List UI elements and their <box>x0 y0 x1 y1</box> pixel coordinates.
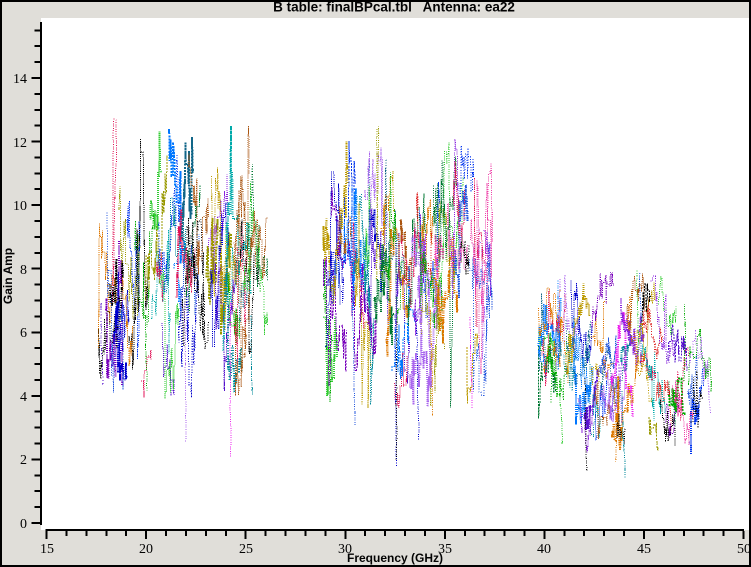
svg-text:2: 2 <box>20 453 27 468</box>
svg-text:6: 6 <box>20 326 27 341</box>
svg-text:50: 50 <box>737 542 751 557</box>
svg-text:0: 0 <box>20 517 27 532</box>
svg-text:25: 25 <box>239 542 253 557</box>
svg-text:10: 10 <box>13 199 27 214</box>
svg-text:Frequency (GHz): Frequency (GHz) <box>347 551 443 565</box>
svg-text:4: 4 <box>20 390 27 405</box>
svg-text:Gain Amp: Gain Amp <box>1 248 15 304</box>
svg-text:B table: finalBPcal.tbl Ante: B table: finalBPcal.tbl Antenna: ea22 <box>273 0 515 15</box>
svg-text:14: 14 <box>13 72 27 87</box>
svg-text:40: 40 <box>537 542 551 557</box>
svg-text:15: 15 <box>40 542 54 557</box>
svg-text:12: 12 <box>13 136 27 151</box>
svg-text:45: 45 <box>637 542 651 557</box>
svg-text:20: 20 <box>139 542 153 557</box>
svg-text:8: 8 <box>20 263 27 278</box>
